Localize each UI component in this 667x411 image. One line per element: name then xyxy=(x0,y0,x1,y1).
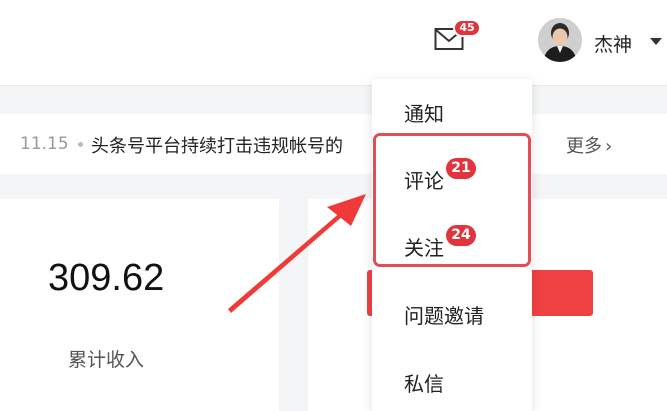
dropdown-item-follows[interactable]: 关注 xyxy=(404,232,444,261)
more-label: 更多 xyxy=(566,136,602,157)
dropdown-item-question-invites[interactable]: 问题邀请 xyxy=(404,300,484,329)
username[interactable]: 杰神 xyxy=(594,30,632,57)
revenue-label: 累计收入 xyxy=(68,349,145,371)
dropdown-item-comments[interactable]: 评论 xyxy=(404,165,444,194)
notice-bar: 11.15 头条号平台持续打击违规帐号的 更多 › xyxy=(0,114,667,174)
dropdown-item-private-messages[interactable]: 私信 xyxy=(404,368,444,397)
avatar[interactable] xyxy=(538,18,582,62)
notice-separator-dot xyxy=(78,142,83,147)
more-link[interactable]: 更多 › xyxy=(566,132,612,158)
dropdown-item-notifications[interactable]: 通知 xyxy=(404,98,444,127)
revenue-card: 309.62 累计收入 xyxy=(0,199,279,411)
follows-badge: 24 xyxy=(446,225,476,246)
chevron-right-icon: › xyxy=(605,136,613,157)
message-dropdown: 通知 评论 21 关注 24 问题邀请 私信 xyxy=(372,79,532,411)
page: 45 杰神 11.15 头条号平台持续打击违规帐号的 更多 › 309.62 累计… xyxy=(0,0,667,411)
top-header: 45 杰神 xyxy=(0,0,667,86)
mail-unread-badge: 45 xyxy=(453,19,481,37)
revenue-value: 309.62 xyxy=(48,257,165,299)
notice-link[interactable]: 头条号平台持续打击违规帐号的 xyxy=(91,132,373,156)
notice-date: 11.15 xyxy=(20,134,69,154)
chevron-down-icon[interactable] xyxy=(650,38,662,45)
comments-badge: 21 xyxy=(446,158,476,179)
